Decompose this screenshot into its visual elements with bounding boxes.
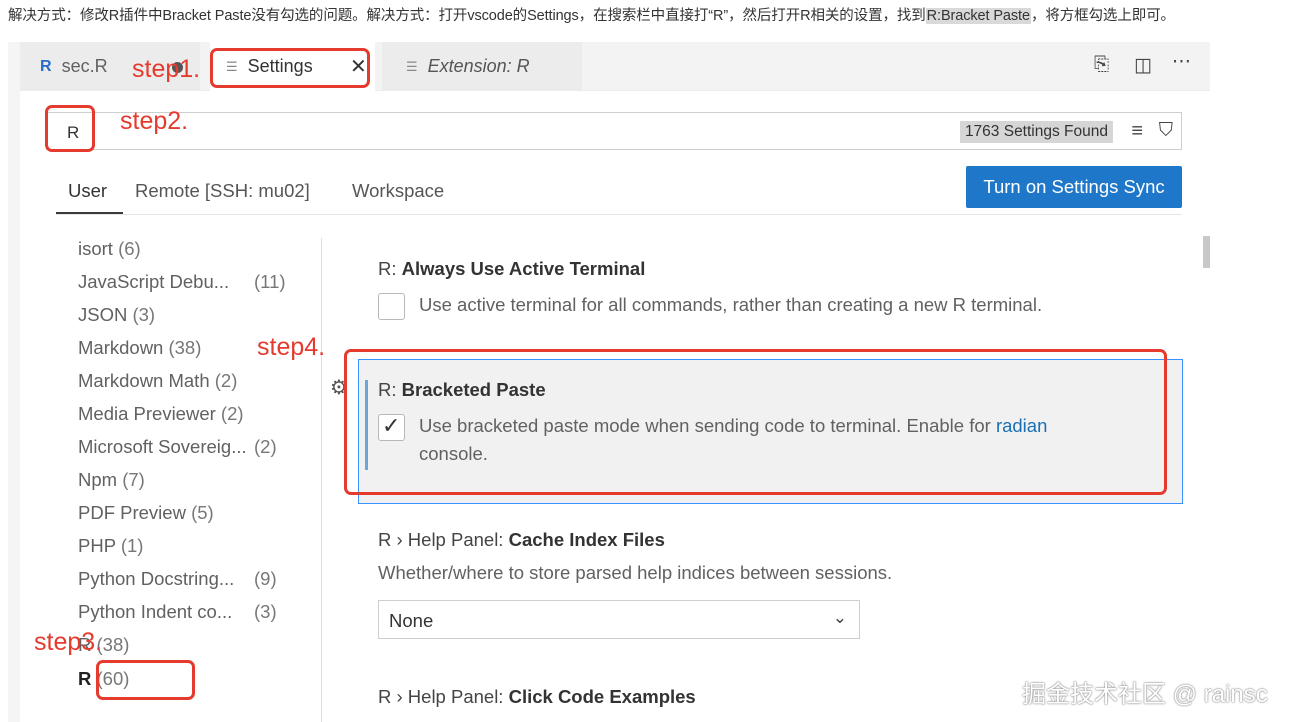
extension-file-icon: ☰: [406, 58, 418, 74]
page-caption: 解决方式：修改R插件中Bracket Paste没有勾选的问题。解决方式：打开v…: [8, 4, 1175, 25]
watermark: 掘金技术社区 @ rainsc: [1022, 681, 1268, 708]
always-use-active-terminal-checkbox[interactable]: [378, 293, 405, 320]
tab-extension-label: Extension: R: [427, 56, 530, 76]
open-settings-json-icon[interactable]: ⎘: [1094, 54, 1109, 76]
annotation-box-step3: [96, 660, 195, 700]
tab-extension-r[interactable]: ☰ Extension: R: [382, 42, 582, 91]
setting-title-cache-index-files: R › Help Panel: Cache Index Files: [378, 529, 665, 550]
scope-divider: [56, 214, 1182, 215]
tab-workspace-scope[interactable]: Workspace: [352, 180, 444, 202]
toc-item-microsoft-sovereign[interactable]: Microsoft Sovereig... (2): [78, 436, 277, 458]
setting-title-click-code-examples: R › Help Panel: Click Code Examples: [378, 686, 696, 707]
annotation-step1: step1.: [132, 55, 201, 83]
toc-item-media-previewer[interactable]: Media Previewer (2): [78, 403, 244, 425]
toc-item-php[interactable]: PHP (1): [78, 535, 143, 557]
clear-filter-icon[interactable]: ≡: [1131, 120, 1143, 143]
toc-item-json[interactable]: JSON (3): [78, 304, 155, 326]
setting-desc-always-use-active-terminal: Use active terminal for all commands, ra…: [419, 294, 1043, 315]
annotation-box-step4: [344, 349, 1167, 495]
toc-item-isort[interactable]: isort (6): [78, 238, 141, 260]
caption-text: 解决方式：修改R插件中Bracket Paste没有勾选的问题。解决方式：打开v…: [8, 8, 926, 24]
setting-desc-cache-index-files: Whether/where to store parsed help indic…: [378, 562, 893, 583]
toc-item-python-docstring[interactable]: Python Docstring... (9): [78, 568, 277, 590]
toc-item-npm[interactable]: Npm (7): [78, 469, 145, 491]
annotation-box-step2: [45, 105, 95, 152]
tab-remote-scope[interactable]: Remote [SSH: mu02]: [135, 180, 310, 202]
tab-sec-label: sec.R: [61, 56, 108, 76]
cache-index-files-select[interactable]: None ⌄: [378, 600, 860, 639]
toc-item-javascript-debug[interactable]: JavaScript Debu... (11): [78, 271, 286, 293]
caption-highlight: R:Bracket Paste: [925, 8, 1031, 24]
setting-title-always-use-active-terminal: R: Always Use Active Terminal: [378, 258, 646, 279]
toc-item-markdown-math[interactable]: Markdown Math (2): [78, 370, 237, 392]
chevron-down-icon: ⌄: [832, 608, 847, 627]
tab-user-scope[interactable]: User: [68, 180, 107, 202]
results-count-badge: 1763 Settings Found: [959, 121, 1113, 143]
toc-item-markdown[interactable]: Markdown (38): [78, 337, 201, 359]
split-editor-icon[interactable]: ◫: [1134, 54, 1152, 77]
annotation-step4: step4.: [257, 333, 326, 361]
toc-item-pdf-preview[interactable]: PDF Preview (5): [78, 502, 214, 524]
scrollbar-thumb[interactable]: [1203, 236, 1210, 268]
settings-search-bar[interactable]: R 1763 Settings Found ≡ ⛉: [46, 112, 1182, 150]
more-actions-icon[interactable]: ⋯: [1172, 50, 1191, 73]
left-margin-strip: [8, 42, 20, 722]
select-value: None: [389, 610, 434, 631]
caption-suffix: ，将方框勾选上即可。: [1030, 8, 1175, 24]
turn-on-settings-sync-button[interactable]: Turn on Settings Sync: [966, 166, 1182, 208]
annotation-box-step1: [210, 48, 370, 88]
r-logo-icon: R: [40, 57, 52, 75]
toc-item-python-indent[interactable]: Python Indent co... (3): [78, 601, 277, 623]
filter-icon[interactable]: ⛉: [1159, 120, 1173, 142]
annotation-step2: step2.: [120, 107, 189, 135]
annotation-step3: step3.: [34, 628, 103, 656]
